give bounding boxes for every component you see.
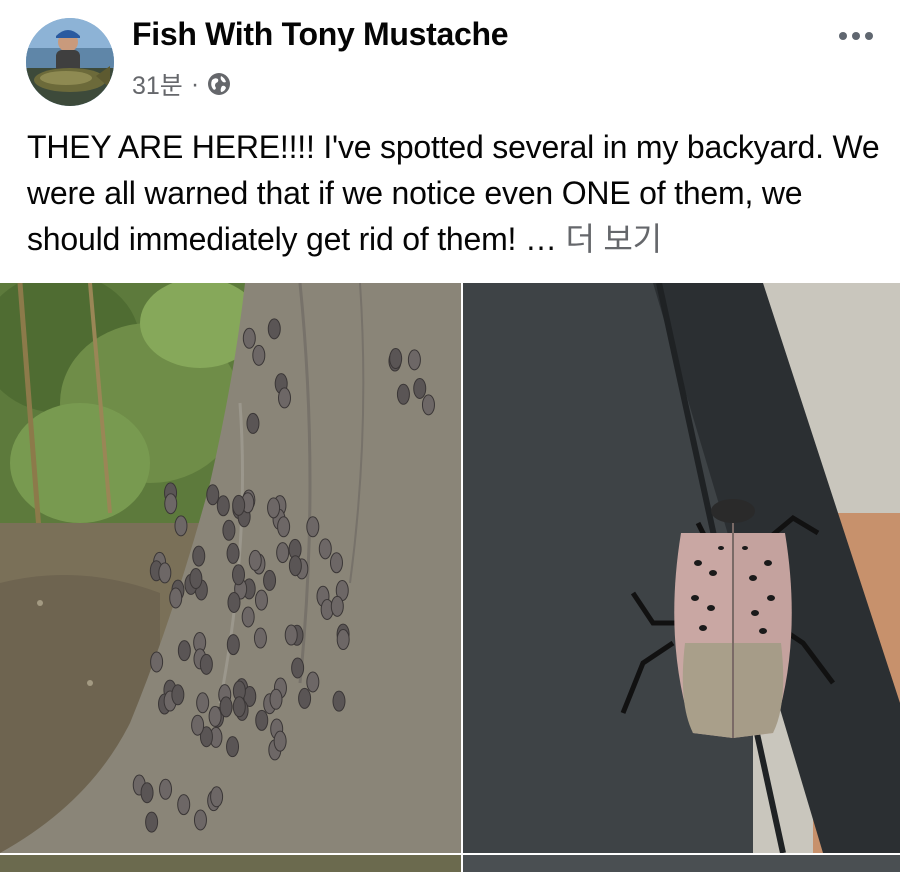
more-dots-icon bbox=[839, 32, 847, 40]
meta-separator: · bbox=[190, 69, 200, 98]
post-header: Fish With Tony Mustache 31분 · bbox=[0, 0, 900, 110]
globe-icon[interactable] bbox=[207, 72, 231, 96]
photo-tree-lanternflies[interactable] bbox=[0, 283, 461, 853]
next-photo-row-right[interactable] bbox=[463, 855, 900, 872]
lanternfly-photo-image bbox=[463, 283, 900, 853]
next-photo-row-left[interactable] bbox=[0, 855, 461, 872]
post-body: THEY ARE HERE!!!! I've spotted several i… bbox=[27, 129, 880, 257]
see-more-link[interactable]: 더 보기 bbox=[565, 221, 662, 257]
more-options-button[interactable] bbox=[832, 18, 880, 54]
author-name[interactable]: Fish With Tony Mustache bbox=[132, 16, 509, 53]
post-meta: 31분 · bbox=[132, 68, 231, 100]
post-time[interactable]: 31분 bbox=[132, 66, 183, 102]
tree-photo-image bbox=[0, 283, 461, 853]
post-text: THEY ARE HERE!!!! I've spotted several i… bbox=[27, 124, 887, 262]
photo-grid bbox=[0, 283, 900, 872]
more-dot bbox=[865, 32, 873, 40]
post-ellipsis: … bbox=[524, 221, 557, 257]
photo-lanternfly-closeup[interactable] bbox=[463, 283, 900, 853]
author-avatar[interactable] bbox=[26, 18, 114, 106]
avatar-photo bbox=[26, 18, 114, 106]
more-dot bbox=[852, 32, 860, 40]
